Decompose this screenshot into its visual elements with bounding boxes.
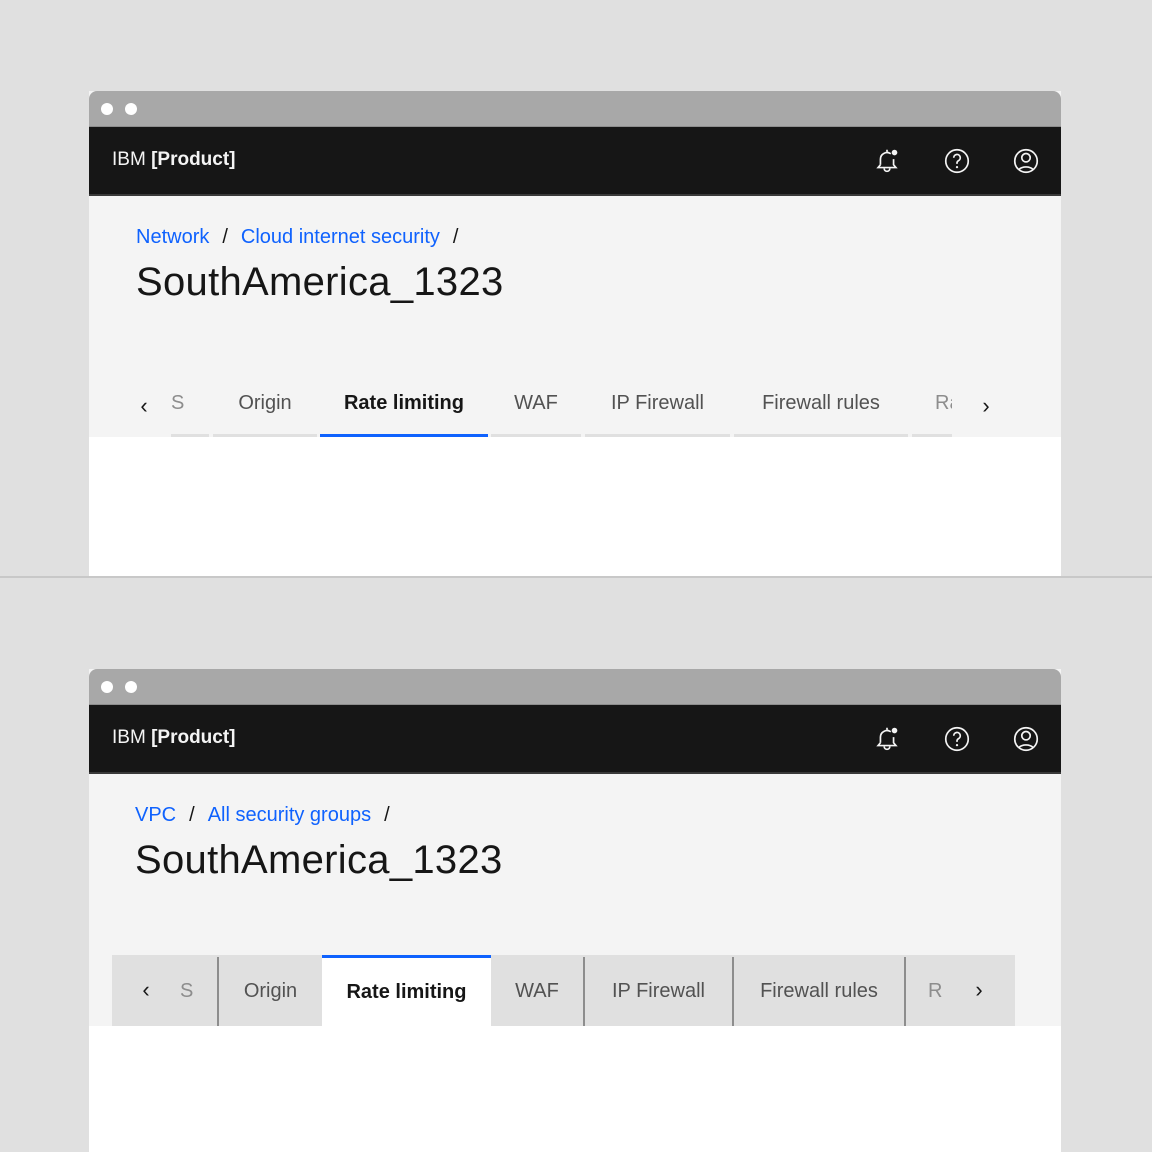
tab-ip-firewall[interactable]: IP Firewall xyxy=(585,369,730,437)
tab-origin[interactable]: Origin xyxy=(217,957,322,1026)
tab-label: S xyxy=(171,391,185,414)
tab-waf[interactable]: WAF xyxy=(491,957,583,1026)
tab-label: WAF xyxy=(514,391,558,414)
page-title: SouthAmerica_1323 xyxy=(135,838,503,882)
notification-new-icon[interactable] xyxy=(872,146,902,176)
breadcrumb-separator: / xyxy=(189,804,195,826)
tab-label: S xyxy=(180,980,194,1002)
breadcrumb: Network / Cloud internet security / xyxy=(136,226,471,249)
window-dot xyxy=(125,103,137,115)
tab-label: Rate limiting xyxy=(346,980,467,1003)
breadcrumb-separator: / xyxy=(222,226,228,248)
section-divider xyxy=(0,576,1152,578)
tab-overflow-right[interactable]: R xyxy=(904,957,954,1026)
page-body xyxy=(89,437,1061,576)
breadcrumb-item[interactable]: Cloud internet security xyxy=(241,226,440,249)
breadcrumb-separator: / xyxy=(452,226,459,248)
tab-overflow-left[interactable]: S xyxy=(171,369,209,437)
brand-product: [Product] xyxy=(151,149,236,170)
tabs-line: ‹ S Origin Rate limiting WAF IP Firewall… xyxy=(129,369,1009,437)
user-avatar-icon[interactable] xyxy=(1011,724,1041,754)
tab-firewall-rules[interactable]: Firewall rules xyxy=(732,957,904,1026)
tabs-scroll-right-button[interactable]: › xyxy=(971,391,1001,421)
tab-overflow-right[interactable]: Ra xyxy=(912,369,952,437)
tab-label: Origin xyxy=(238,391,292,414)
page-title: SouthAmerica_1323 xyxy=(136,260,504,304)
notification-new-icon[interactable] xyxy=(872,724,902,754)
ui-shell-header: IBM [Product] xyxy=(89,705,1061,774)
tab-label: Firewall rules xyxy=(760,980,878,1002)
chevron-right-icon: › xyxy=(975,977,983,1002)
help-icon[interactable] xyxy=(942,146,972,176)
tab-label: IP Firewall xyxy=(611,391,704,414)
tab-ip-firewall[interactable]: IP Firewall xyxy=(583,957,732,1026)
tabs-contained: ‹ S Origin Rate limiting WAF IP Firewall… xyxy=(112,955,1015,1026)
tab-rate-limiting[interactable]: Rate limiting xyxy=(322,955,491,1026)
window-chrome xyxy=(89,91,1061,127)
tab-label: WAF xyxy=(515,980,559,1002)
breadcrumb-item[interactable]: All security groups xyxy=(208,804,371,827)
window-chrome xyxy=(89,669,1061,705)
user-avatar-icon[interactable] xyxy=(1011,146,1041,176)
browser-window-contained-tabs: IBM [Product] VPC / All security groups … xyxy=(89,669,1061,1152)
tab-waf[interactable]: WAF xyxy=(491,369,581,437)
tab-label: Origin xyxy=(243,980,298,1002)
tab-firewall-rules[interactable]: Firewall rules xyxy=(734,369,908,437)
window-dot xyxy=(125,681,137,693)
help-icon[interactable] xyxy=(942,724,972,754)
breadcrumb-item[interactable]: VPC xyxy=(135,804,176,827)
product-name[interactable]: IBM [Product] xyxy=(112,149,236,171)
breadcrumb-separator: / xyxy=(384,804,390,826)
brand-product: [Product] xyxy=(151,727,236,748)
brand-prefix: IBM xyxy=(112,149,146,170)
tabs-scroll-right-button[interactable]: › xyxy=(964,975,994,1005)
breadcrumb-item[interactable]: Network xyxy=(136,226,209,249)
browser-window-line-tabs: IBM [Product] Network / Cloud internet s… xyxy=(89,91,1061,576)
ui-shell-header: IBM [Product] xyxy=(89,127,1061,196)
chevron-left-icon: ‹ xyxy=(140,393,148,418)
tabs-scroll-left-button[interactable]: ‹ xyxy=(131,975,161,1005)
tabs-scroll-left-button[interactable]: ‹ xyxy=(129,391,159,421)
tab-label: Firewall rules xyxy=(762,391,880,414)
tab-rate-limiting[interactable]: Rate limiting xyxy=(320,369,488,437)
chevron-right-icon: › xyxy=(982,393,990,418)
tab-label: Ra xyxy=(935,391,952,414)
brand-prefix: IBM xyxy=(112,727,146,748)
product-name[interactable]: IBM [Product] xyxy=(112,727,236,749)
tab-label: IP Firewall xyxy=(612,980,705,1002)
tab-origin[interactable]: Origin xyxy=(213,369,317,437)
breadcrumb: VPC / All security groups / xyxy=(135,804,403,827)
window-dot xyxy=(101,103,113,115)
tab-overflow-left[interactable]: S xyxy=(172,957,217,1026)
tab-label: R xyxy=(928,980,943,1002)
page-body xyxy=(89,1026,1061,1152)
chevron-left-icon: ‹ xyxy=(142,977,150,1002)
tab-label: Rate limiting xyxy=(343,391,464,414)
window-dot xyxy=(101,681,113,693)
